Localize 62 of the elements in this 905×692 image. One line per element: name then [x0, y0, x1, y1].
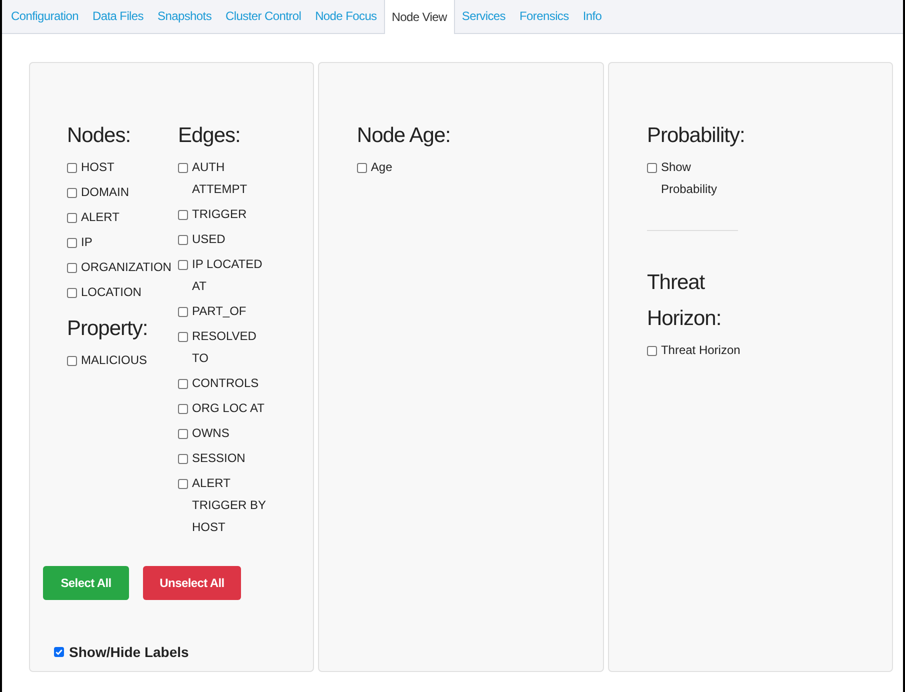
select-all-button[interactable]: Select All — [43, 566, 129, 600]
checkbox[interactable] — [67, 188, 77, 198]
checkbox[interactable] — [178, 404, 188, 414]
checkbox-label: MALICIOUS — [81, 352, 148, 369]
checkbox[interactable] — [67, 356, 77, 366]
section-heading: Node Age: — [356, 123, 452, 149]
checkbox[interactable] — [178, 210, 188, 220]
checkbox-label: IP LOCATED AT — [192, 256, 264, 295]
checkbox-label: ORG LOC AT — [192, 400, 264, 417]
section-heading: Nodes: — [67, 123, 132, 149]
checkbox[interactable] — [178, 235, 188, 245]
tab[interactable]: Configuration — [4, 0, 86, 33]
section-heading: Probability: — [646, 123, 746, 149]
tab[interactable]: Node View — [384, 0, 455, 34]
checkbox[interactable] — [67, 238, 77, 248]
checkbox[interactable] — [646, 163, 657, 173]
checkbox[interactable] — [178, 307, 188, 317]
checkbox-label: USED — [192, 231, 226, 248]
tab[interactable]: Cluster Control — [218, 0, 308, 33]
checkbox[interactable] — [646, 346, 657, 356]
checkbox-label: ALERT — [81, 209, 120, 226]
checkbox[interactable] — [178, 332, 188, 342]
unselect-all-button[interactable]: Unselect All — [143, 566, 241, 600]
tab[interactable]: Services — [454, 0, 513, 33]
checkbox-label: Threat Horizon — [660, 342, 740, 359]
checkbox[interactable] — [67, 213, 77, 223]
checkbox[interactable] — [178, 379, 188, 389]
checkbox-label: OWNS — [192, 425, 230, 442]
checkbox-label: SESSION — [192, 450, 246, 467]
checkbox[interactable] — [178, 479, 188, 489]
checkbox-label: TRIGGER — [192, 206, 247, 223]
tab[interactable]: Snapshots — [150, 0, 219, 33]
checkbox-label: ALERT TRIGGER BY HOST — [192, 475, 267, 536]
checkbox-label: HOST — [81, 159, 114, 176]
checkbox[interactable] — [67, 288, 77, 298]
section-heading: Edges: — [178, 123, 242, 149]
checkbox[interactable] — [356, 163, 367, 173]
checkbox[interactable] — [54, 647, 64, 657]
checkbox-label: PART_OF — [192, 303, 246, 320]
checkbox[interactable] — [178, 429, 188, 439]
checkbox-label: RESOLVED TO — [192, 328, 258, 367]
checkbox[interactable] — [67, 163, 77, 173]
checkbox-label: Show/Hide Labels — [69, 643, 189, 662]
checkbox[interactable] — [67, 263, 77, 273]
checkbox-label: LOCATION — [81, 284, 142, 301]
checkbox-label: ORGANIZATION — [81, 259, 172, 276]
tab[interactable]: Data Files — [85, 0, 151, 33]
checkbox-label: IP — [81, 234, 92, 251]
tab[interactable]: Info — [576, 0, 609, 33]
checkbox-label: CONTROLS — [192, 375, 259, 392]
check-icon — [55, 648, 63, 656]
section-heading: Property: — [67, 316, 149, 342]
tab[interactable]: Forensics — [512, 0, 576, 33]
checkbox[interactable] — [178, 260, 188, 270]
tab[interactable]: Node Focus — [308, 0, 384, 33]
checkbox-label: Show Probability — [660, 159, 718, 198]
checkbox-label: AUTH ATTEMPT — [192, 159, 248, 198]
checkbox-label: DOMAIN — [81, 184, 129, 201]
section-heading: Threat Horizon: — [646, 270, 722, 332]
checkbox-label: Age — [370, 159, 392, 176]
checkbox[interactable] — [178, 454, 188, 464]
checkbox[interactable] — [178, 163, 188, 173]
